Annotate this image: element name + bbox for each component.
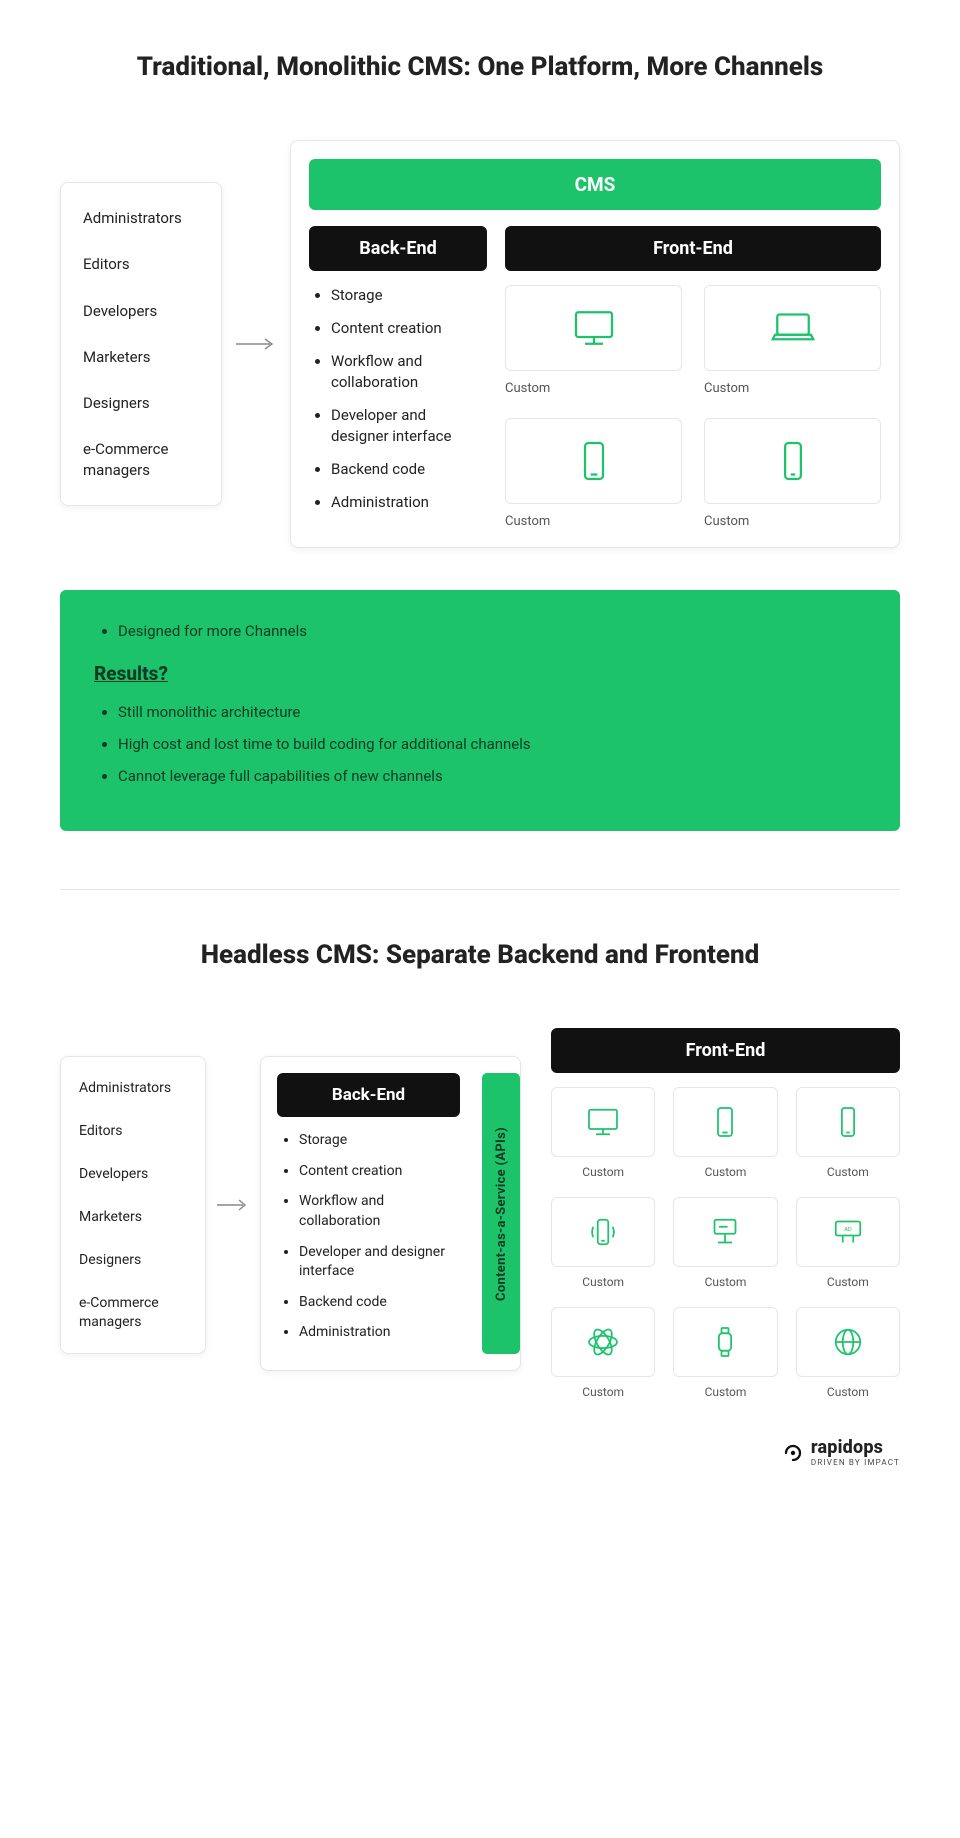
billboard-icon xyxy=(796,1197,900,1267)
tile-label: Custom xyxy=(796,1165,900,1179)
watch-icon xyxy=(673,1307,777,1377)
role-item: Developers xyxy=(79,1165,187,1184)
section-divider xyxy=(60,889,900,890)
backend-item: Workflow and collaboration xyxy=(331,351,487,393)
results-panel: Designed for more Channels Results? Stil… xyxy=(60,590,900,831)
role-item: Designers xyxy=(83,393,199,413)
arrow-icon xyxy=(222,337,290,351)
backend-header: Back-End xyxy=(309,226,487,271)
backend-item: Content creation xyxy=(331,318,487,339)
frontend-column: Front-End Custom Custom Custom Custom Cu… xyxy=(551,1028,900,1399)
backend-item: Content creation xyxy=(299,1162,460,1182)
tile-label: Custom xyxy=(505,514,682,529)
role-item: Editors xyxy=(79,1122,187,1141)
results-intro-item: Designed for more Channels xyxy=(118,622,866,640)
backend-item: Administration xyxy=(299,1323,460,1343)
cms-header: CMS xyxy=(309,159,881,210)
logo-icon xyxy=(782,1442,804,1464)
atom-icon xyxy=(551,1307,655,1377)
api-label: Content-as-a-Service (APIs) xyxy=(494,1127,509,1301)
tile-label: Custom xyxy=(505,381,682,396)
cms-card: CMS Back-End Storage Content creation Wo… xyxy=(290,140,900,548)
tile-label: Custom xyxy=(551,1385,655,1399)
results-item: Cannot leverage full capabilities of new… xyxy=(118,767,866,785)
traditional-diagram: Administrators Editors Developers Market… xyxy=(60,140,900,548)
headless-diagram: Administrators Editors Developers Market… xyxy=(60,1028,900,1399)
frontend-column: Front-End Custom Custom Custom xyxy=(505,226,881,529)
desktop-icon xyxy=(551,1087,655,1157)
logo-name: rapidops xyxy=(811,1439,900,1457)
backend-item: Developer and designer interface xyxy=(331,405,487,447)
tile-label: Custom xyxy=(796,1385,900,1399)
phone-icon xyxy=(704,418,881,504)
backend-item: Backend code xyxy=(331,459,487,480)
section1-title: Traditional, Monolithic CMS: One Platfor… xyxy=(60,50,900,85)
phone-vibrate-icon xyxy=(551,1197,655,1267)
tile-label: Custom xyxy=(704,381,881,396)
role-item: e-Commerce managers xyxy=(83,439,199,480)
role-item: Administrators xyxy=(79,1079,187,1098)
tile-label: Custom xyxy=(796,1275,900,1289)
logo: rapidops DRIVEN BY IMPACT xyxy=(60,1439,900,1471)
globe-icon xyxy=(796,1307,900,1377)
backend-column: Back-End Storage Content creation Workfl… xyxy=(309,226,487,529)
tablet-icon xyxy=(673,1087,777,1157)
results-item: Still monolithic architecture xyxy=(118,703,866,721)
backend-item: Storage xyxy=(299,1131,460,1151)
results-item: High cost and lost time to build coding … xyxy=(118,735,866,753)
kiosk-icon xyxy=(673,1197,777,1267)
role-item: Developers xyxy=(83,301,199,321)
backend-item: Backend code xyxy=(299,1293,460,1313)
role-item: Marketers xyxy=(83,347,199,367)
frontend-header: Front-End xyxy=(505,226,881,271)
backend-card: Back-End Storage Content creation Workfl… xyxy=(260,1056,521,1371)
backend-header: Back-End xyxy=(277,1073,460,1117)
tile-label: Custom xyxy=(673,1385,777,1399)
backend-item: Administration xyxy=(331,492,487,513)
laptop-icon xyxy=(704,285,881,371)
tile-label: Custom xyxy=(673,1275,777,1289)
role-item: Administrators xyxy=(83,208,199,228)
tile-label: Custom xyxy=(704,514,881,529)
api-bar: Content-as-a-Service (APIs) xyxy=(482,1073,520,1354)
section2-title: Headless CMS: Separate Backend and Front… xyxy=(60,938,900,973)
roles-card: Administrators Editors Developers Market… xyxy=(60,182,222,506)
desktop-icon xyxy=(505,285,682,371)
roles-card: Administrators Editors Developers Market… xyxy=(60,1056,206,1354)
results-heading: Results? xyxy=(94,662,866,685)
backend-item: Storage xyxy=(331,285,487,306)
role-item: Marketers xyxy=(79,1208,187,1227)
frontend-header: Front-End xyxy=(551,1028,900,1073)
arrow-icon xyxy=(206,1198,260,1212)
tablet-icon xyxy=(505,418,682,504)
phone-icon xyxy=(796,1087,900,1157)
tile-label: Custom xyxy=(673,1165,777,1179)
role-item: Designers xyxy=(79,1251,187,1270)
logo-tagline: DRIVEN BY IMPACT xyxy=(811,1459,900,1467)
tile-label: Custom xyxy=(551,1165,655,1179)
backend-item: Workflow and collaboration xyxy=(299,1192,460,1231)
role-item: e-Commerce managers xyxy=(79,1294,187,1332)
tile-label: Custom xyxy=(551,1275,655,1289)
backend-item: Developer and designer interface xyxy=(299,1243,460,1282)
role-item: Editors xyxy=(83,254,199,274)
